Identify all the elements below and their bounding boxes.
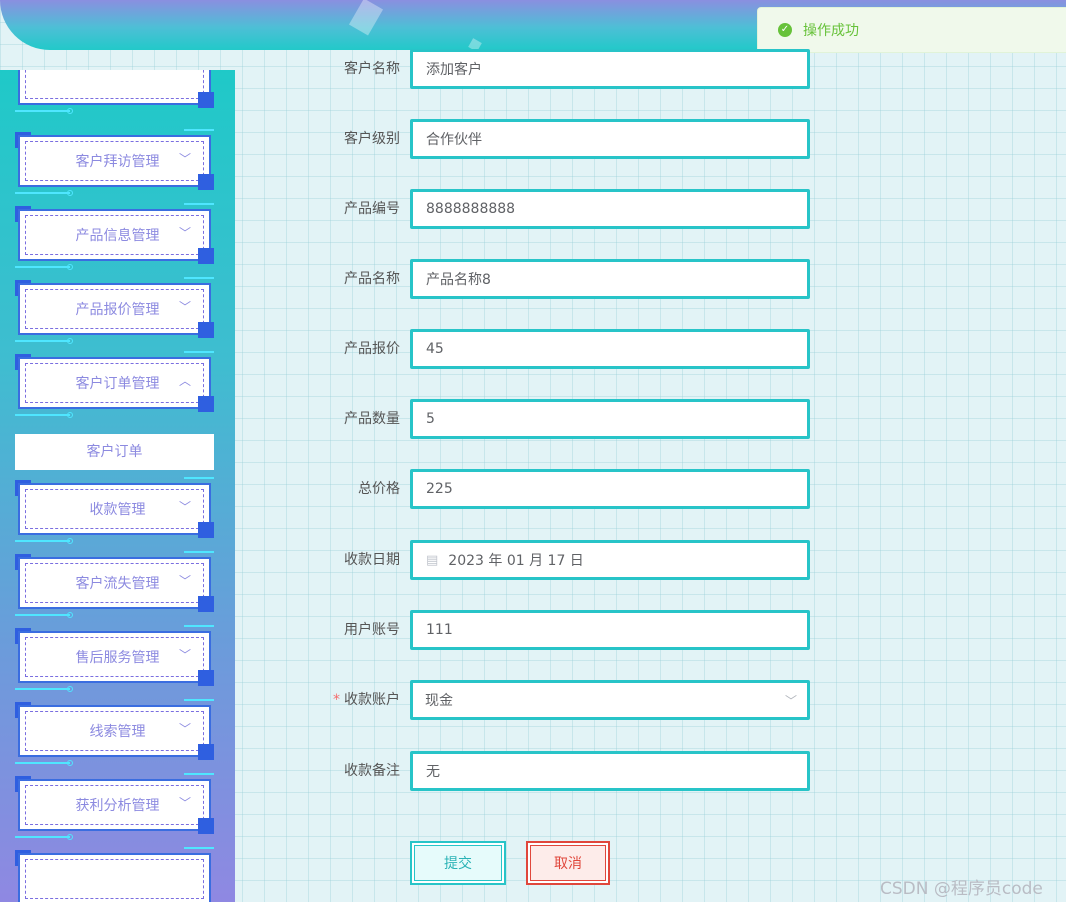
form-row-product-quote: 产品报价 45 — [320, 329, 810, 369]
product-code-input[interactable]: 8888888888 — [410, 189, 810, 229]
chevron-down-icon: ﹀ — [178, 648, 191, 662]
product-name-input[interactable]: 产品名称8 — [410, 259, 810, 299]
payment-account-select[interactable]: 现金 ﹀ — [410, 680, 810, 720]
payment-remark-input[interactable]: 无 — [410, 751, 810, 791]
field-value: 5 — [426, 411, 435, 427]
sidebar-item-partial[interactable] — [15, 70, 214, 114]
sidebar-item-product-info[interactable]: 产品信息管理 ﹀ — [15, 203, 214, 270]
form-row-product-quantity: 产品数量 5 — [320, 399, 810, 439]
customer-name-input[interactable]: 添加客户 — [410, 49, 810, 89]
sidebar: 客户拜访管理 ﹀ 产品信息管理 ﹀ 产品报价管理 ﹀ 客户订单管理 ︿ 客户订单… — [0, 70, 235, 902]
field-label-text: 收款账户 — [344, 692, 400, 708]
chevron-down-icon: ﹀ — [178, 796, 191, 810]
customer-level-input[interactable]: 合作伙伴 — [410, 119, 810, 159]
form-row-payment-account: * 收款账户 现金 ﹀ — [320, 680, 810, 720]
field-value: 8888888888 — [426, 201, 516, 217]
user-account-input[interactable]: 111 — [410, 610, 810, 650]
sidebar-item-leads[interactable]: 线索管理 ﹀ — [15, 699, 214, 766]
header-decoration — [348, 0, 384, 36]
field-value: 现金 — [425, 693, 453, 709]
field-label: 产品数量 — [344, 411, 400, 427]
product-quote-input[interactable]: 45 — [410, 329, 810, 369]
sidebar-item-customer-visit[interactable]: 客户拜访管理 ﹀ — [15, 129, 214, 196]
chevron-down-icon: ﹀ — [178, 300, 191, 314]
required-mark: * — [333, 692, 340, 708]
chevron-down-icon: ﹀ — [178, 500, 191, 514]
field-value: 添加客户 — [426, 62, 482, 78]
form-row-total-price: 总价格 225 — [320, 469, 810, 509]
product-quantity-input[interactable]: 5 — [410, 399, 810, 439]
field-label: * 收款账户 — [320, 680, 400, 720]
form-row-product-name: 产品名称 产品名称8 — [320, 259, 810, 299]
field-label: 客户名称 — [344, 61, 400, 77]
field-value: 2023 年 01 月 17 日 — [448, 553, 584, 569]
total-price-input[interactable]: 225 — [410, 469, 810, 509]
field-label: 产品编号 — [344, 201, 400, 217]
submit-button[interactable]: 提交 — [410, 841, 506, 885]
form-row-product-code: 产品编号 8888888888 — [320, 189, 810, 229]
success-check-icon: ✓ — [778, 23, 792, 37]
field-label: 收款备注 — [344, 763, 400, 779]
sidebar-item-customer-order[interactable]: 客户订单管理 ︿ — [15, 351, 214, 418]
field-label: 产品报价 — [344, 341, 400, 357]
field-value: 无 — [426, 764, 440, 780]
form-row-payment-remark: 收款备注 无 — [320, 751, 810, 791]
payment-date-picker[interactable]: ▤ 2023 年 01 月 17 日 — [410, 540, 810, 580]
sidebar-item-partial[interactable] — [15, 847, 214, 902]
toast-message: 操作成功 — [803, 23, 859, 39]
sidebar-item-profit-analysis[interactable]: 获利分析管理 ﹀ — [15, 773, 214, 840]
form-row-customer-name: 客户名称 添加客户 — [320, 49, 810, 89]
chevron-down-icon: ﹀ — [178, 722, 191, 736]
field-label: 用户账号 — [344, 622, 400, 638]
field-value: 45 — [426, 341, 444, 357]
field-label: 客户级别 — [344, 131, 400, 147]
sidebar-item-payment[interactable]: 收款管理 ﹀ — [15, 477, 214, 544]
field-label: 产品名称 — [344, 271, 400, 287]
sidebar-item-product-quote[interactable]: 产品报价管理 ﹀ — [15, 277, 214, 344]
form-row-payment-date: 收款日期 ▤ 2023 年 01 月 17 日 — [320, 540, 810, 580]
form-row-customer-level: 客户级别 合作伙伴 — [320, 119, 810, 159]
field-label: 总价格 — [358, 481, 400, 497]
form-row-user-account: 用户账号 111 — [320, 610, 810, 650]
chevron-down-icon: ﹀ — [784, 694, 797, 708]
field-value: 产品名称8 — [426, 272, 491, 288]
field-value: 111 — [426, 622, 453, 638]
field-value: 225 — [426, 481, 453, 497]
cancel-button[interactable]: 取消 — [526, 841, 610, 885]
sidebar-item-after-sales[interactable]: 售后服务管理 ﹀ — [15, 625, 214, 692]
watermark: CSDN @程序员code — [880, 879, 1043, 899]
chevron-down-icon: ﹀ — [178, 574, 191, 588]
chevron-down-icon: ﹀ — [178, 226, 191, 240]
submenu-item-customer-order[interactable]: 客户订单 — [15, 434, 214, 470]
chevron-up-icon: ︿ — [178, 374, 191, 388]
success-toast: ✓ 操作成功 — [757, 7, 1066, 53]
field-label: 收款日期 — [344, 552, 400, 568]
field-value: 合作伙伴 — [426, 132, 482, 148]
sidebar-item-customer-churn[interactable]: 客户流失管理 ﹀ — [15, 551, 214, 618]
chevron-down-icon: ﹀ — [178, 152, 191, 166]
calendar-icon: ▤ — [426, 552, 439, 568]
